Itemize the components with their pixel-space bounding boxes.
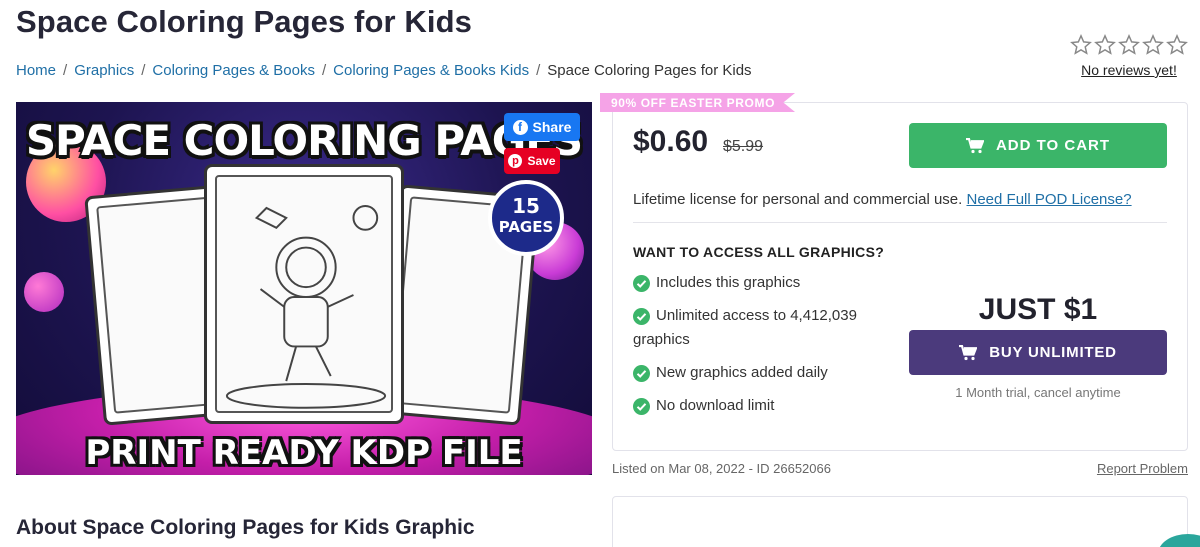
- current-price: $0.60: [633, 125, 709, 158]
- star-outline-icon[interactable]: [1142, 34, 1164, 56]
- star-outline-icon[interactable]: [1094, 34, 1116, 56]
- feature-list: Includes this graphics Unlimited access …: [633, 271, 893, 418]
- rating-widget[interactable]: No reviews yet!: [1070, 34, 1188, 78]
- license-text: Lifetime license for personal and commer…: [633, 191, 1132, 208]
- cart-icon: [959, 344, 978, 360]
- coloring-page-preview: [204, 164, 404, 424]
- list-item: New graphics added daily: [633, 361, 893, 385]
- buy-unlimited-label: BUY UNLIMITED: [989, 344, 1117, 361]
- breadcrumb-coloring-pages-books[interactable]: Coloring Pages & Books: [152, 62, 315, 79]
- badge-number: 15: [512, 194, 540, 218]
- unlimited-price: JUST $1: [978, 293, 1098, 326]
- save-label: Save: [527, 154, 556, 168]
- no-reviews-link[interactable]: No reviews yet!: [1070, 62, 1188, 78]
- check-circle-icon: [633, 398, 650, 415]
- breadcrumb: Home / Graphics / Coloring Pages & Books…: [16, 62, 752, 79]
- feature-text: Unlimited access to 4,412,039 graphics: [633, 307, 857, 348]
- list-item: No download limit: [633, 394, 893, 418]
- check-circle-icon: [633, 308, 650, 325]
- about-heading: About Space Coloring Pages for Kids Grap…: [16, 516, 475, 539]
- feature-icons-card: [612, 496, 1188, 547]
- feature-text: Includes this graphics: [656, 274, 801, 291]
- divider: [633, 222, 1167, 223]
- star-rating[interactable]: [1070, 34, 1188, 56]
- star-outline-icon[interactable]: [1166, 34, 1188, 56]
- astronaut-illustration: [225, 205, 387, 409]
- trial-note: 1 Month trial, cancel anytime: [955, 385, 1121, 400]
- badge-label: PAGES: [498, 218, 554, 236]
- breadcrumb-current: Space Coloring Pages for Kids: [547, 62, 752, 79]
- breadcrumb-separator: /: [141, 62, 146, 79]
- breadcrumb-home[interactable]: Home: [16, 62, 56, 79]
- share-label: Share: [532, 119, 572, 135]
- add-to-cart-label: ADD TO CART: [995, 137, 1111, 154]
- list-item: Unlimited access to 4,412,039 graphics: [633, 304, 893, 352]
- page-title: Space Coloring Pages for Kids: [16, 4, 472, 39]
- star-outline-icon[interactable]: [1070, 34, 1092, 56]
- add-to-cart-button[interactable]: ADD TO CART: [909, 123, 1167, 168]
- pages-count-badge: 15 PAGES: [488, 180, 564, 256]
- license-description: Lifetime license for personal and commer…: [633, 191, 963, 208]
- feature-text: No download limit: [656, 397, 775, 414]
- feature-text: New graphics added daily: [656, 364, 828, 381]
- promo-ribbon: 90% OFF EASTER PROMO: [600, 93, 796, 112]
- breadcrumb-separator: /: [536, 62, 541, 79]
- image-footer-text: PRINT READY KDP FILE: [85, 433, 523, 473]
- access-all-heading: WANT TO ACCESS ALL GRAPHICS?: [633, 244, 885, 260]
- pricing-card: $0.60 $5.99 ADD TO CART Lifetime license…: [612, 102, 1188, 451]
- breadcrumb-coloring-pages-books-kids[interactable]: Coloring Pages & Books Kids: [333, 62, 529, 79]
- list-item: Includes this graphics: [633, 271, 893, 295]
- pinterest-icon: p: [508, 154, 523, 168]
- report-problem-link[interactable]: Report Problem: [1097, 461, 1188, 476]
- original-price: $5.99: [723, 138, 764, 155]
- pinterest-save-button[interactable]: p Save: [504, 148, 560, 174]
- breadcrumb-separator: /: [63, 62, 68, 79]
- breadcrumb-separator: /: [321, 62, 327, 79]
- full-pod-license-link[interactable]: Need Full POD License?: [967, 191, 1132, 208]
- buy-unlimited-button[interactable]: BUY UNLIMITED: [909, 330, 1167, 375]
- facebook-icon: f: [512, 119, 528, 135]
- check-circle-icon: [633, 275, 650, 292]
- breadcrumb-graphics[interactable]: Graphics: [74, 62, 134, 79]
- star-outline-icon[interactable]: [1118, 34, 1140, 56]
- check-circle-icon: [633, 365, 650, 382]
- facebook-share-button[interactable]: f Share: [504, 113, 580, 141]
- cart-icon: [965, 137, 984, 153]
- listing-meta: Listed on Mar 08, 2022 - ID 26652066: [612, 461, 831, 476]
- planet-decoration: [24, 272, 64, 312]
